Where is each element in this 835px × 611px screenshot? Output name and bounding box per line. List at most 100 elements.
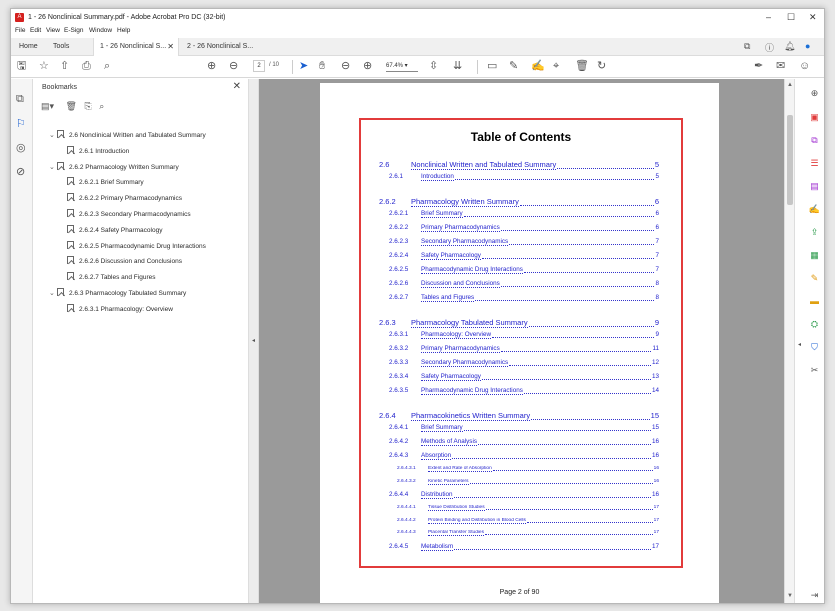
excel-export-icon[interactable]: ▦	[808, 249, 821, 262]
scroll-down-icon[interactable]: ▼	[787, 593, 793, 599]
search-icon[interactable]: ⌕	[104, 59, 110, 73]
toc-entry[interactable]: 2.6.4.5 Metabolism 17	[361, 543, 681, 552]
comment-tool-icon[interactable]: ▬	[808, 295, 821, 308]
bookmark-item[interactable]: 2.6.2.3 Secondary Pharmacodynamics	[67, 209, 191, 219]
toc-entry[interactable]: 2.6.4.4.3 Placental Transfer Studies 17	[361, 530, 681, 537]
combine-files-icon[interactable]: ⧉	[808, 134, 821, 147]
toc-entry[interactable]: 2.6.3.5 Pharmacodynamic Drug Interactions…	[361, 387, 681, 396]
bookmark-item[interactable]: ⌄ 2.6.2 Pharmacology Written Summary	[49, 161, 179, 173]
account-icon[interactable]: ●	[805, 41, 810, 51]
menu-edit[interactable]: Edit	[30, 27, 41, 34]
bookmark-item[interactable]: 2.6.1 Introduction	[67, 145, 129, 156]
new-bookmark-icon[interactable]: ⎘	[85, 101, 92, 111]
hand-tool-icon[interactable]: ✋︎	[319, 59, 325, 73]
menu-esign[interactable]: E-Sign	[64, 27, 84, 34]
page-thumbnails-icon[interactable]: ⧉	[16, 93, 24, 106]
toc-entry[interactable]: 2.6.2.7 Tables and Figures 8	[361, 294, 681, 303]
bookmark-item[interactable]: 2.6.2.6 Discussion and Conclusions	[67, 256, 182, 266]
close-panel-icon[interactable]: ✕	[233, 81, 241, 92]
find-bookmark-icon[interactable]: ⌕	[99, 101, 104, 111]
bookmarks-panel-icon[interactable]: ⚐	[16, 117, 26, 130]
notifications-bell-icon[interactable]: 🔔︎	[784, 41, 795, 52]
bookmark-item[interactable]: 2.6.2.4 Safety Pharmacology	[67, 224, 162, 235]
page-fit-icon[interactable]: ⇳	[429, 59, 438, 73]
toc-entry[interactable]: 2.6.3.4 Safety Pharmacology 13	[361, 373, 681, 382]
toc-entry[interactable]: 2.6.2.3 Secondary Pharmacodynamics 7	[361, 238, 681, 247]
toc-entry[interactable]: 2.6.4.3.1 Extent and Rate of Absorption 16	[361, 466, 681, 473]
toc-entry[interactable]: 2.6.3 Pharmacology Tabulated Summary 9	[361, 318, 681, 329]
menu-help[interactable]: Help	[117, 27, 130, 34]
menu-file[interactable]: File	[15, 27, 25, 34]
toc-entry[interactable]: 2.6.4.4 Distribution 16	[361, 491, 681, 500]
toc-entry[interactable]: 2.6.4.1 Brief Summary 15	[361, 424, 681, 433]
zoom-level-dropdown[interactable]: 67.4% ▾	[386, 60, 418, 72]
protect-shield-icon[interactable]: ⛉	[808, 341, 821, 354]
toc-entry[interactable]: 2.6.3.1 Pharmacology: Overview 9	[361, 331, 681, 340]
collapse-right-icon[interactable]: ◂	[798, 341, 801, 348]
toc-entry[interactable]: 2.6.4.4.1 Tissue Distribution Studies 17	[361, 505, 681, 512]
select-pointer-icon[interactable]: ➤	[299, 59, 308, 73]
zoom-out-icon[interactable]: ⊖	[341, 59, 350, 73]
bookmark-item[interactable]: 2.6.2.1 Brief Summary	[67, 177, 144, 187]
draw-icon[interactable]: ✍	[531, 59, 545, 73]
toc-entry[interactable]: 2.6.3.3 Secondary Pharmacodynamics 12	[361, 359, 681, 368]
bookmark-item[interactable]: ⌄ 2.6 Nonclinical Written and Tabulated S…	[49, 130, 206, 140]
toc-entry[interactable]: 2.6.2.2 Primary Pharmacodynamics 6	[361, 224, 681, 233]
toc-entry[interactable]: 2.6.1 Introduction 5	[361, 173, 681, 182]
toc-entry[interactable]: 2.6.3.2 Primary Pharmacodynamics 11	[361, 345, 681, 354]
print-icon[interactable]: ⎙	[82, 59, 91, 73]
zoom-in-icon[interactable]: ⊕	[363, 59, 372, 73]
previous-page-icon[interactable]: ⊕	[207, 59, 216, 73]
toc-entry[interactable]: 2.6.2.6 Discussion and Conclusions 8	[361, 280, 681, 289]
toc-entry[interactable]: 2.6.2.4 Safety Pharmacology 7	[361, 252, 681, 261]
chevron-down-icon[interactable]: ⌄	[49, 131, 57, 141]
bookmark-star-icon[interactable]: ☆	[39, 59, 49, 73]
chevron-down-icon[interactable]: ⌄	[49, 289, 57, 299]
close-window-button[interactable]: ✕	[809, 12, 817, 23]
user-icon[interactable]: ☺	[799, 59, 810, 73]
edit-pdf-icon[interactable]: ▤	[808, 180, 821, 193]
toc-entry[interactable]: 2.6.4.4.2 Protein Binding and Distributio…	[361, 518, 681, 525]
enhance-scans-icon[interactable]: ⛭	[808, 318, 821, 331]
next-page-icon[interactable]: ⊖	[229, 59, 238, 73]
share-screen-icon[interactable]: ⧉	[744, 41, 750, 52]
vertical-scrollbar[interactable]: ▲ ▼	[784, 79, 794, 603]
toc-entry[interactable]: 2.6.4 Pharmacokinetics Written Summary 15	[361, 411, 681, 422]
tab-home[interactable]: Home	[13, 38, 47, 56]
menu-view[interactable]: View	[46, 27, 60, 34]
upload-cloud-icon[interactable]: ⇧	[60, 59, 69, 73]
fill-and-sign-icon[interactable]: ✎	[808, 272, 821, 285]
tab-tools[interactable]: Tools	[47, 38, 87, 56]
chevron-down-icon[interactable]: ⌄	[49, 163, 57, 173]
bookmark-item[interactable]: ⌄ 2.6.3 Pharmacology Tabulated Summary	[49, 288, 186, 298]
delete-bookmark-icon[interactable]: 🗑︎	[66, 101, 77, 111]
stamp-tag-icon[interactable]: ⌖	[553, 59, 559, 73]
toc-entry[interactable]: 2.6.2.5 Pharmacodynamic Drug Interactions…	[361, 266, 681, 275]
scroll-up-icon[interactable]: ▲	[787, 82, 793, 88]
tab-document-2[interactable]: 2 - 26 Nonclinical S...	[181, 38, 267, 56]
document-viewport[interactable]: Table of Contents 2.6 Nonclinical Written…	[259, 79, 784, 603]
more-tools-icon[interactable]: ✂	[808, 364, 821, 377]
delete-icon[interactable]: 🗑︎	[575, 59, 589, 73]
toc-entry[interactable]: 2.6.4.3 Absorption 16	[361, 452, 681, 461]
scrollbar-thumb[interactable]	[787, 115, 793, 205]
bookmark-options-icon[interactable]: ▤▾	[41, 101, 54, 111]
menu-window[interactable]: Window	[89, 27, 112, 34]
fill-sign-icon[interactable]: ✒	[754, 59, 763, 73]
organize-pages-icon[interactable]: ☰	[808, 157, 821, 170]
bookmark-item[interactable]: 2.6.3.1 Pharmacology: Overview	[67, 303, 173, 314]
bookmark-item[interactable]: 2.6.2.7 Tables and Figures	[67, 272, 156, 282]
rotate-icon[interactable]: ↻	[597, 59, 606, 73]
attachments-paperclip-icon[interactable]: ⊘	[16, 165, 25, 178]
zoom-search-icon[interactable]: ⊕	[808, 87, 821, 100]
page-number-input[interactable]: 2	[253, 60, 265, 72]
create-pdf-icon[interactable]: ▣	[808, 111, 821, 124]
toc-entry[interactable]: 2.6.2 Pharmacology Written Summary 6	[361, 197, 681, 208]
collapse-left-icon[interactable]: ◂	[252, 337, 255, 344]
bookmark-item[interactable]: 2.6.2.5 Pharmacodynamic Drug Interaction…	[67, 240, 206, 251]
minimize-button[interactable]: –	[766, 12, 771, 22]
help-icon[interactable]: ⓘ	[765, 41, 774, 54]
highlight-pen-icon[interactable]: ✎	[509, 59, 518, 73]
panel-splitter[interactable]: ◂	[249, 79, 259, 603]
save-icon[interactable]: 🖫	[17, 59, 26, 73]
